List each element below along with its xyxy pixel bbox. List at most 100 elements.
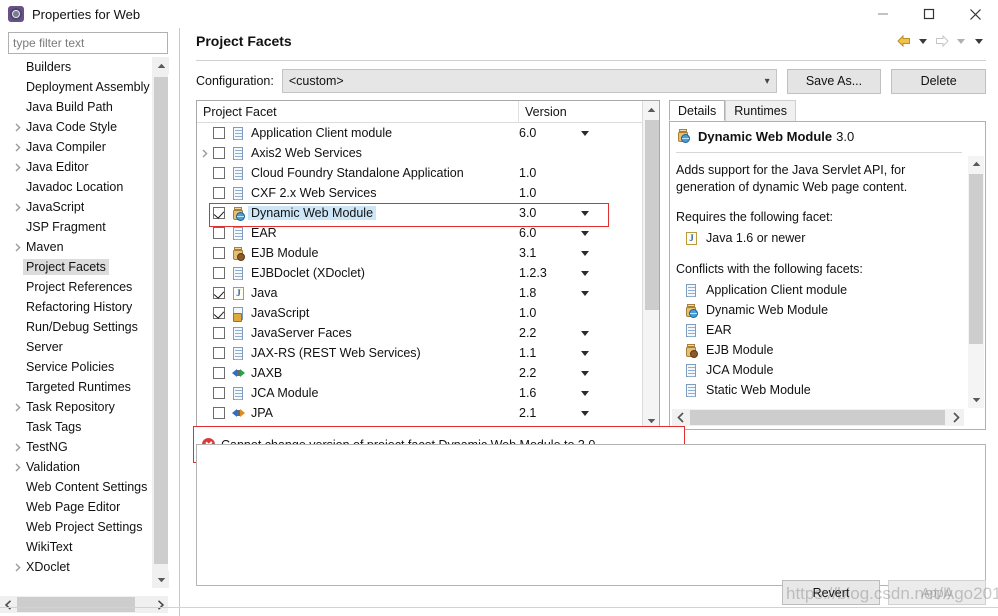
scroll-right-icon[interactable] bbox=[152, 596, 168, 613]
version-dropdown-icon[interactable] bbox=[577, 330, 593, 336]
sidebar-item-server[interactable]: Server bbox=[8, 337, 154, 357]
scroll-up-icon[interactable] bbox=[968, 156, 984, 172]
version-dropdown-icon[interactable] bbox=[577, 350, 593, 356]
version-dropdown-icon[interactable] bbox=[577, 270, 593, 276]
scrollbar-thumb[interactable] bbox=[645, 120, 659, 310]
sidebar-item-jsp-fragment[interactable]: JSP Fragment bbox=[8, 217, 154, 237]
facet-checkbox[interactable] bbox=[213, 247, 225, 259]
table-row[interactable]: JPA 2.1 bbox=[197, 403, 643, 423]
sidebar-item-javadoc-location[interactable]: Javadoc Location bbox=[8, 177, 154, 197]
chevron-right-icon[interactable] bbox=[10, 162, 26, 172]
table-row[interactable]: Application Client module 6.0 bbox=[197, 123, 643, 143]
sidebar-item-javascript[interactable]: JavaScript bbox=[8, 197, 154, 217]
delete-button[interactable]: Delete bbox=[891, 68, 986, 94]
facets-vertical-scrollbar[interactable] bbox=[642, 101, 659, 429]
table-row[interactable]: EJB Module 3.1 bbox=[197, 243, 643, 263]
scrollbar-thumb[interactable] bbox=[969, 174, 983, 344]
sidebar-item-web-content-settings[interactable]: Web Content Settings bbox=[8, 477, 154, 497]
sidebar-item-web-page-editor[interactable]: Web Page Editor bbox=[8, 497, 154, 517]
version-dropdown-icon[interactable] bbox=[577, 390, 593, 396]
search-input[interactable] bbox=[8, 32, 168, 54]
chevron-right-icon[interactable] bbox=[10, 462, 26, 472]
details-horizontal-scrollbar[interactable] bbox=[672, 409, 964, 426]
sidebar-item-java-compiler[interactable]: Java Compiler bbox=[8, 137, 154, 157]
back-arrow-icon[interactable] bbox=[896, 34, 912, 48]
sidebar-item-wikitext[interactable]: WikiText bbox=[8, 537, 154, 557]
version-dropdown-icon[interactable] bbox=[577, 290, 593, 296]
table-row[interactable]: JavaServer Faces 2.2 bbox=[197, 323, 643, 343]
table-row[interactable]: Axis2 Web Services bbox=[197, 143, 643, 163]
details-vertical-scrollbar[interactable] bbox=[968, 156, 984, 408]
sidebar-item-web-project-settings[interactable]: Web Project Settings bbox=[8, 517, 154, 537]
chevron-right-icon[interactable] bbox=[10, 142, 26, 152]
table-row[interactable]: JavaScript 1.0 bbox=[197, 303, 643, 323]
facet-checkbox[interactable] bbox=[213, 127, 225, 139]
chevron-right-icon[interactable] bbox=[10, 442, 26, 452]
sidebar-item-java-editor[interactable]: Java Editor bbox=[8, 157, 154, 177]
tab-details[interactable]: Details bbox=[669, 100, 726, 121]
version-dropdown-icon[interactable] bbox=[577, 410, 593, 416]
forward-arrow-icon[interactable] bbox=[934, 34, 950, 48]
table-row[interactable]: J Java 1.8 bbox=[197, 283, 643, 303]
scroll-left-icon[interactable] bbox=[672, 409, 689, 426]
close-icon[interactable] bbox=[952, 0, 998, 28]
facet-checkbox[interactable] bbox=[213, 327, 225, 339]
chevron-right-icon[interactable] bbox=[10, 402, 26, 412]
sidebar-item-run-debug-settings[interactable]: Run/Debug Settings bbox=[8, 317, 154, 337]
chevron-right-icon[interactable] bbox=[10, 562, 26, 572]
sidebar-vertical-scrollbar[interactable] bbox=[152, 57, 169, 588]
chevron-right-icon[interactable] bbox=[197, 148, 213, 158]
table-row[interactable]: JAXB 2.2 bbox=[197, 363, 643, 383]
sidebar-item-deployment-assembly[interactable]: Deployment Assembly bbox=[8, 77, 154, 97]
facet-checkbox[interactable] bbox=[213, 207, 225, 219]
sidebar-item-java-code-style[interactable]: Java Code Style bbox=[8, 117, 154, 137]
chevron-right-icon[interactable] bbox=[10, 122, 26, 132]
table-row[interactable]: EAR 6.0 bbox=[197, 223, 643, 243]
tab-runtimes[interactable]: Runtimes bbox=[725, 100, 797, 121]
facet-checkbox[interactable] bbox=[213, 367, 225, 379]
apply-button[interactable]: Apply bbox=[888, 580, 986, 605]
facet-checkbox[interactable] bbox=[213, 167, 225, 179]
scroll-up-icon[interactable] bbox=[643, 101, 659, 118]
scroll-down-icon[interactable] bbox=[968, 392, 984, 408]
revert-button[interactable]: Revert bbox=[782, 580, 880, 605]
table-row[interactable]: Cloud Foundry Standalone Application 1.0 bbox=[197, 163, 643, 183]
sidebar-item-java-build-path[interactable]: Java Build Path bbox=[8, 97, 154, 117]
sidebar-item-validation[interactable]: Validation bbox=[8, 457, 154, 477]
configuration-select[interactable]: <custom> ▾ bbox=[281, 69, 777, 93]
facet-checkbox[interactable] bbox=[213, 147, 225, 159]
sidebar-item-task-tags[interactable]: Task Tags bbox=[8, 417, 154, 437]
maximize-icon[interactable] bbox=[906, 0, 952, 28]
table-row[interactable]: JAX-RS (REST Web Services) 1.1 bbox=[197, 343, 643, 363]
table-row[interactable]: JCA Module 1.6 bbox=[197, 383, 643, 403]
table-row[interactable]: EJBDoclet (XDoclet) 1.2.3 bbox=[197, 263, 643, 283]
version-dropdown-icon[interactable] bbox=[577, 230, 593, 236]
sidebar-item-project-references[interactable]: Project References bbox=[8, 277, 154, 297]
scroll-left-icon[interactable] bbox=[0, 596, 16, 613]
sidebar-item-testng[interactable]: TestNG bbox=[8, 437, 154, 457]
table-row[interactable]: Dynamic Web Module 3.0 bbox=[197, 203, 643, 223]
facet-checkbox[interactable] bbox=[213, 387, 225, 399]
facet-checkbox[interactable] bbox=[213, 287, 225, 299]
scroll-right-icon[interactable] bbox=[947, 409, 964, 426]
forward-dropdown-icon[interactable] bbox=[957, 38, 965, 44]
scrollbar-thumb[interactable] bbox=[154, 77, 168, 564]
sidebar-item-maven[interactable]: Maven bbox=[8, 237, 154, 257]
scrollbar-thumb[interactable] bbox=[690, 410, 945, 425]
version-dropdown-icon[interactable] bbox=[577, 130, 593, 136]
minimize-icon[interactable] bbox=[860, 0, 906, 28]
version-dropdown-icon[interactable] bbox=[577, 250, 593, 256]
facet-checkbox[interactable] bbox=[213, 407, 225, 419]
scroll-up-icon[interactable] bbox=[153, 57, 169, 74]
sidebar-item-targeted-runtimes[interactable]: Targeted Runtimes bbox=[8, 377, 154, 397]
view-menu-icon[interactable] bbox=[975, 38, 983, 44]
sidebar-horizontal-scrollbar[interactable] bbox=[0, 596, 168, 613]
back-dropdown-icon[interactable] bbox=[919, 38, 927, 44]
version-dropdown-icon[interactable] bbox=[577, 370, 593, 376]
facet-checkbox[interactable] bbox=[213, 227, 225, 239]
facet-checkbox[interactable] bbox=[213, 347, 225, 359]
scroll-down-icon[interactable] bbox=[153, 571, 169, 588]
chevron-right-icon[interactable] bbox=[10, 242, 26, 252]
sidebar-item-refactoring-history[interactable]: Refactoring History bbox=[8, 297, 154, 317]
sidebar-item-xdoclet[interactable]: XDoclet bbox=[8, 557, 154, 577]
